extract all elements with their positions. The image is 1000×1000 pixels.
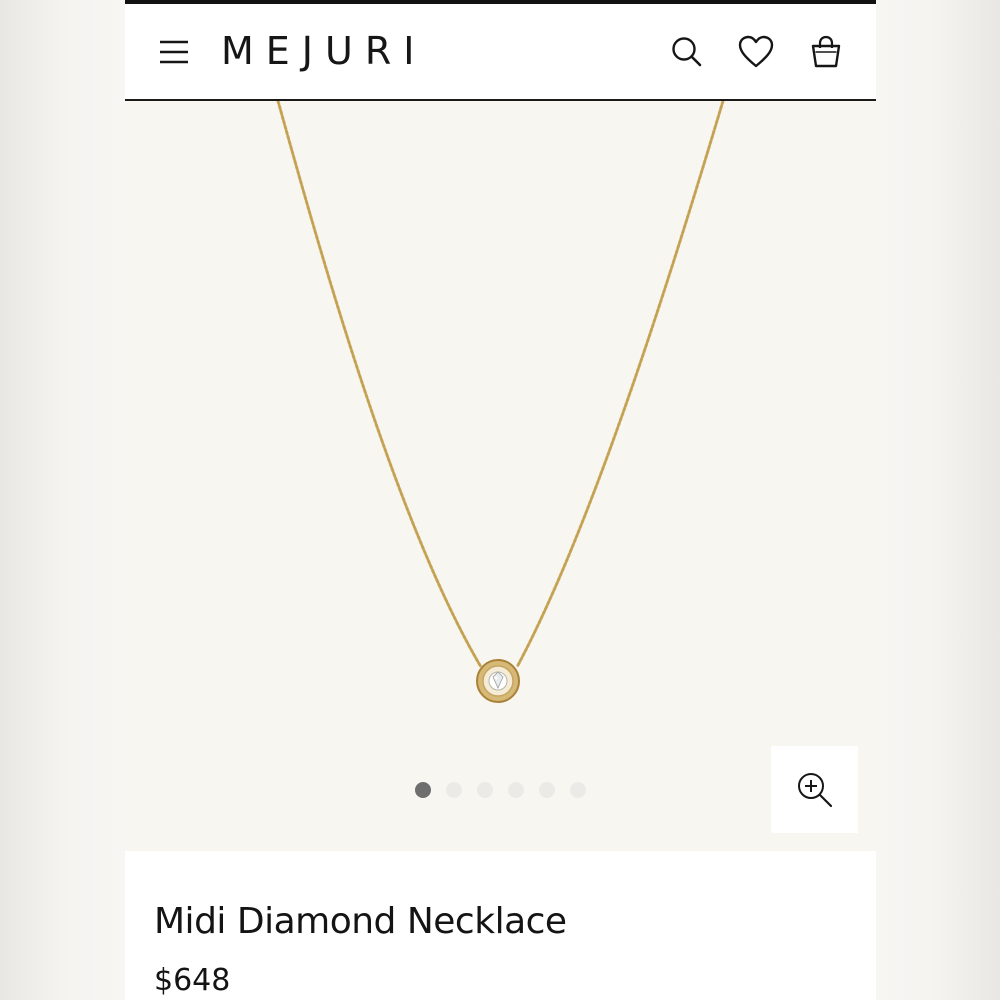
product-info: Midi Diamond Necklace $648 — [125, 851, 876, 1000]
product-title: Midi Diamond Necklace — [154, 901, 567, 942]
heart-icon[interactable] — [736, 32, 776, 72]
gallery-dot[interactable] — [570, 782, 586, 798]
product-image-gallery[interactable] — [125, 101, 876, 851]
search-icon[interactable] — [667, 32, 707, 72]
hamburger-menu-icon[interactable] — [155, 34, 193, 70]
shopping-bag-icon[interactable] — [806, 32, 846, 72]
gallery-dot[interactable] — [477, 782, 493, 798]
mobile-product-page: MEJURI Midi Diamond Necklace $648 — [125, 0, 876, 1000]
brand-logo[interactable]: MEJURI — [221, 26, 426, 76]
product-price: $648 — [154, 963, 231, 998]
zoom-button[interactable] — [771, 746, 858, 833]
gallery-dot[interactable] — [508, 782, 524, 798]
gallery-pagination — [415, 782, 595, 798]
gallery-dot[interactable] — [415, 782, 431, 798]
product-image — [276, 101, 725, 703]
zoom-in-icon — [798, 773, 833, 808]
gallery-dot[interactable] — [539, 782, 555, 798]
site-header: MEJURI — [125, 4, 876, 101]
gallery-dot[interactable] — [446, 782, 462, 798]
